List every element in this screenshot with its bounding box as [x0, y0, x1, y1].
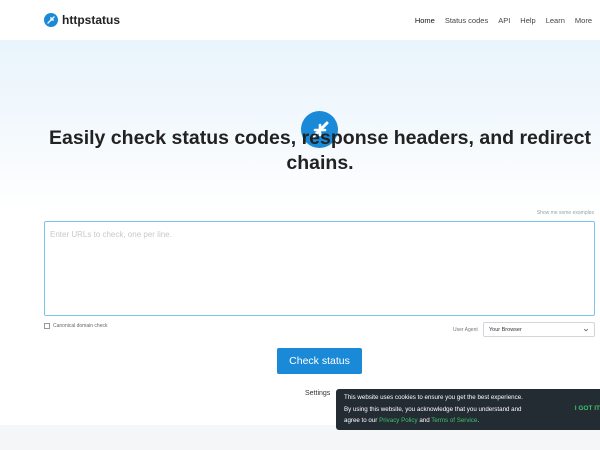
user-agent-label: User Agent	[453, 327, 478, 333]
cookie-text-line-3: agree to our Privacy Policy and Terms of…	[344, 417, 480, 424]
cookie-banner: This website uses cookies to ensure you …	[336, 389, 600, 430]
privacy-policy-link[interactable]: Privacy Policy	[379, 417, 418, 424]
terms-of-service-link[interactable]: Terms of Service	[431, 417, 477, 424]
settings-link[interactable]: Settings	[305, 390, 330, 397]
show-examples-link[interactable]: Show me some examples	[537, 210, 594, 216]
check-status-button[interactable]: Check status	[277, 348, 362, 374]
brand-name: httpstatus	[62, 13, 120, 27]
canonical-domain-check[interactable]: Canonical domain check	[44, 323, 107, 329]
urls-input[interactable]	[44, 221, 595, 316]
cookie-accept-button[interactable]: I GOT IT	[575, 403, 600, 415]
nav-help[interactable]: Help	[520, 16, 535, 25]
brand-link[interactable]: httpstatus	[44, 13, 120, 27]
canonical-checkbox[interactable]	[44, 323, 50, 329]
site-header: httpstatus Home Status codes API Help Le…	[0, 0, 600, 40]
chevron-down-icon	[583, 328, 589, 331]
main-nav: Home Status codes API Help Learn More	[415, 16, 592, 25]
nav-home[interactable]: Home	[415, 16, 435, 25]
nav-api[interactable]: API	[498, 16, 510, 25]
user-agent-select[interactable]: Your Browser	[483, 322, 595, 337]
cookie-text-line-1: This website uses cookies to ensure you …	[344, 394, 523, 401]
nav-learn[interactable]: Learn	[546, 16, 565, 25]
httpstatus-logo-icon	[44, 13, 58, 27]
user-agent-value: Your Browser	[489, 326, 522, 333]
canonical-label: Canonical domain check	[53, 323, 108, 329]
cookie-text-line-2: By using this website, you acknowledge t…	[344, 405, 522, 413]
page-headline: Easily check status codes, response head…	[49, 127, 591, 174]
nav-status-codes[interactable]: Status codes	[445, 16, 488, 25]
nav-more[interactable]: More	[575, 16, 592, 25]
